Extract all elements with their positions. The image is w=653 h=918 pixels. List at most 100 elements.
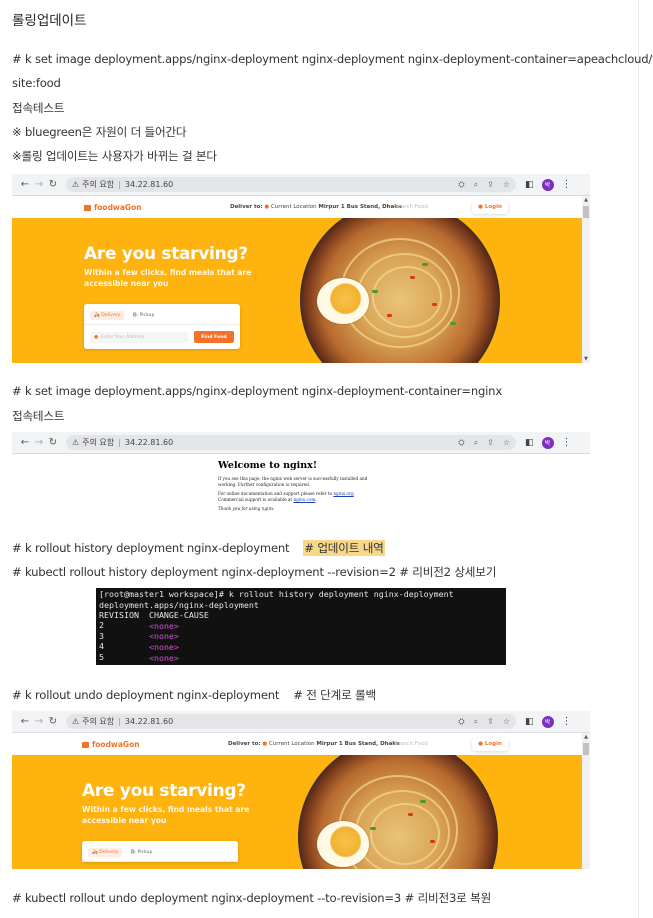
url-text: 34.22.81.60 [124,180,174,189]
egg-image [317,278,369,324]
security-label: 주의 요함 [82,717,115,726]
page-scrollbar[interactable]: ▲ ▼ [582,196,590,363]
cmd-rollout-history-revision: # kubectl rollout history deployment ngi… [12,565,497,579]
note-rolling: ※롤링 업데이트는 사용자가 바뀌는 걸 본다 [12,149,217,163]
hero-title: Are you starving? [82,781,246,801]
address-bar[interactable]: ⚠ 주의 요함 | 34.22.81.60 ⛭ ⌕ ⇪ ☆ [66,714,516,729]
tab-pickup[interactable]: 🛍 Pickup [130,311,156,320]
profile-avatar[interactable]: 박 [541,715,554,728]
back-icon[interactable]: ← [18,437,32,448]
share-icon[interactable]: ⇪ [487,438,494,448]
terminal-output-title: deployment.apps/nginx-deployment [99,599,259,610]
hero-title: Are you starving? [84,244,248,264]
nginx-title: Welcome to nginx! [218,460,318,471]
forward-icon[interactable]: → [32,437,46,448]
forward-icon[interactable]: → [32,179,46,190]
search-icon: ⌕ [388,203,392,210]
address-bar[interactable]: ⚠ 주의 요함 | 34.22.81.60 ⛭ ⌕ ⇪ ☆ [66,435,516,450]
foodwagon-logo[interactable]: foodwaGon [82,740,140,749]
browser-toolbar: ← → ↻ ⚠ 주의 요함 | 34.22.81.60 ⛭ ⌕ ⇪ ☆ ◧ 박 … [12,174,590,196]
hero-subtitle: Within a few clicks, find meals that are… [82,805,250,825]
location-pin-icon: ● [262,741,268,747]
hero-subtitle: Within a few clicks, find meals that are… [84,268,252,288]
security-label: 주의 요함 [82,438,115,447]
profile-avatar[interactable]: 박 [541,436,554,449]
tab-delivery[interactable]: 🛵 Delivery [90,311,125,320]
cmd-set-image-food-line2: site:food [12,76,61,90]
deliver-location: Deliver to: ● Current Location Mirpur 1 … [228,741,400,747]
menu-kebab-icon[interactable]: ⋮ [562,179,572,190]
translate-icon[interactable]: ⛭ [458,180,464,190]
browser-screenshot-foodwagon-2: ← → ↻ ⚠ 주의 요함 | 34.22.81.60 ⛭ ⌕ ⇪ ☆ ◧ 박 … [12,711,590,869]
login-button[interactable]: ● Login [472,737,508,751]
egg-image [317,821,369,867]
user-icon: ● [478,204,483,210]
browser-toolbar: ← → ↻ ⚠ 주의 요함 | 34.22.81.60 ⛭ ⌕ ⇪ ☆ ◧ 박 … [12,711,590,733]
back-icon[interactable]: ← [18,179,32,190]
share-icon[interactable]: ⇪ [487,180,494,190]
terminal-row: <none> [148,641,179,652]
warning-icon: ⚠ [72,180,80,189]
address-bar[interactable]: ⚠ 주의 요함 | 34.22.81.60 ⛭ ⌕ ⇪ ☆ [66,177,516,192]
warning-icon: ⚠ [72,438,80,447]
search-food-input[interactable]: ⌕ Search Food [388,741,466,748]
browser-screenshot-nginx: ← → ↻ ⚠ 주의 요함 | 34.22.81.60 ⛭ ⌕ ⇪ ☆ ◧ 박 … [12,432,590,516]
foodwagon-logo[interactable]: foodwaGon [84,203,142,212]
translate-icon[interactable]: ⛭ [458,717,464,727]
logo-icon [84,204,91,211]
reload-icon[interactable]: ↻ [46,716,60,727]
bookmark-star-icon[interactable]: ☆ [503,717,510,727]
bookmark-star-icon[interactable]: ☆ [503,180,510,190]
tab-pickup[interactable]: 🛍 Pickup [128,848,154,857]
nginx-org-link[interactable]: nginx.org [333,491,353,496]
share-icon[interactable]: ⇪ [487,717,494,727]
terminal-revisions: 2 3 4 5 [99,620,104,662]
url-text: 34.22.81.60 [124,717,174,726]
login-button[interactable]: ● Login [472,200,508,214]
find-food-button[interactable]: Find Food [194,331,234,343]
zoom-icon[interactable]: ⌕ [474,717,478,727]
terminal-row: <none> [148,631,179,642]
address-input[interactable]: ● Enter Your Address [90,331,188,343]
forward-icon[interactable]: → [32,716,46,727]
page-scrollbar[interactable]: ▲ [582,733,590,869]
reload-icon[interactable]: ↻ [46,437,60,448]
browser-toolbar: ← → ↻ ⚠ 주의 요함 | 34.22.81.60 ⛭ ⌕ ⇪ ☆ ◧ 박 … [12,432,590,454]
back-icon[interactable]: ← [18,716,32,727]
highlight-update-history: # 업데이트 내역 [303,540,385,556]
cmd-rollout-undo-revision: # kubectl rollout undo deployment nginx-… [12,891,492,905]
deliver-location: Deliver to: ● Current Location Mirpur 1 … [230,204,402,210]
nginx-para-installed: If you see this page, the nginx web serv… [218,476,368,487]
warning-icon: ⚠ [72,717,80,726]
menu-kebab-icon[interactable]: ⋮ [562,437,572,448]
terminal-command: [root@master1 workspace]# k rollout hist… [99,589,454,599]
search-food-input[interactable]: ⌕ Search Food [388,204,466,211]
browser-screenshot-foodwagon-1: ← → ↻ ⚠ 주의 요함 | 34.22.81.60 ⛭ ⌕ ⇪ ☆ ◧ 박 … [12,174,590,363]
bookmark-star-icon[interactable]: ☆ [503,438,510,448]
site-header: foodwaGon Deliver to: ● Current Location… [12,196,590,218]
cmd-rollout-undo: # k rollout undo deployment nginx-deploy… [12,688,376,702]
site-header: foodwaGon Deliver to: ● Current Location… [12,733,590,755]
reload-icon[interactable]: ↻ [46,179,60,190]
logo-icon [82,741,89,748]
cmd-rollout-history: # k rollout history deployment nginx-dep… [12,540,385,556]
tab-delivery[interactable]: 🛵 Delivery [88,848,123,857]
user-icon: ● [478,741,483,747]
location-pin-icon: ● [264,204,270,210]
sidepanel-icon[interactable]: ◧ [525,717,534,727]
search-card: 🛵 Delivery 🛍 Pickup ● Enter Your Address … [84,304,240,349]
connect-test-label-2: 접속테스트 [12,409,65,423]
menu-kebab-icon[interactable]: ⋮ [562,716,572,727]
nginx-com-link[interactable]: nginx.com [293,497,315,502]
profile-avatar[interactable]: 박 [541,178,554,191]
separator: | [118,180,121,189]
sidepanel-icon[interactable]: ◧ [525,438,534,448]
terminal-row: <none> [148,620,179,631]
hero-section: Are you starving? Within a few clicks, f… [12,755,582,869]
nginx-para-docs: For online documentation and support ple… [218,491,356,502]
zoom-icon[interactable]: ⌕ [474,180,478,190]
url-text: 34.22.81.60 [124,438,174,447]
sidepanel-icon[interactable]: ◧ [525,180,534,190]
translate-icon[interactable]: ⛭ [458,438,464,448]
zoom-icon[interactable]: ⌕ [474,438,478,448]
